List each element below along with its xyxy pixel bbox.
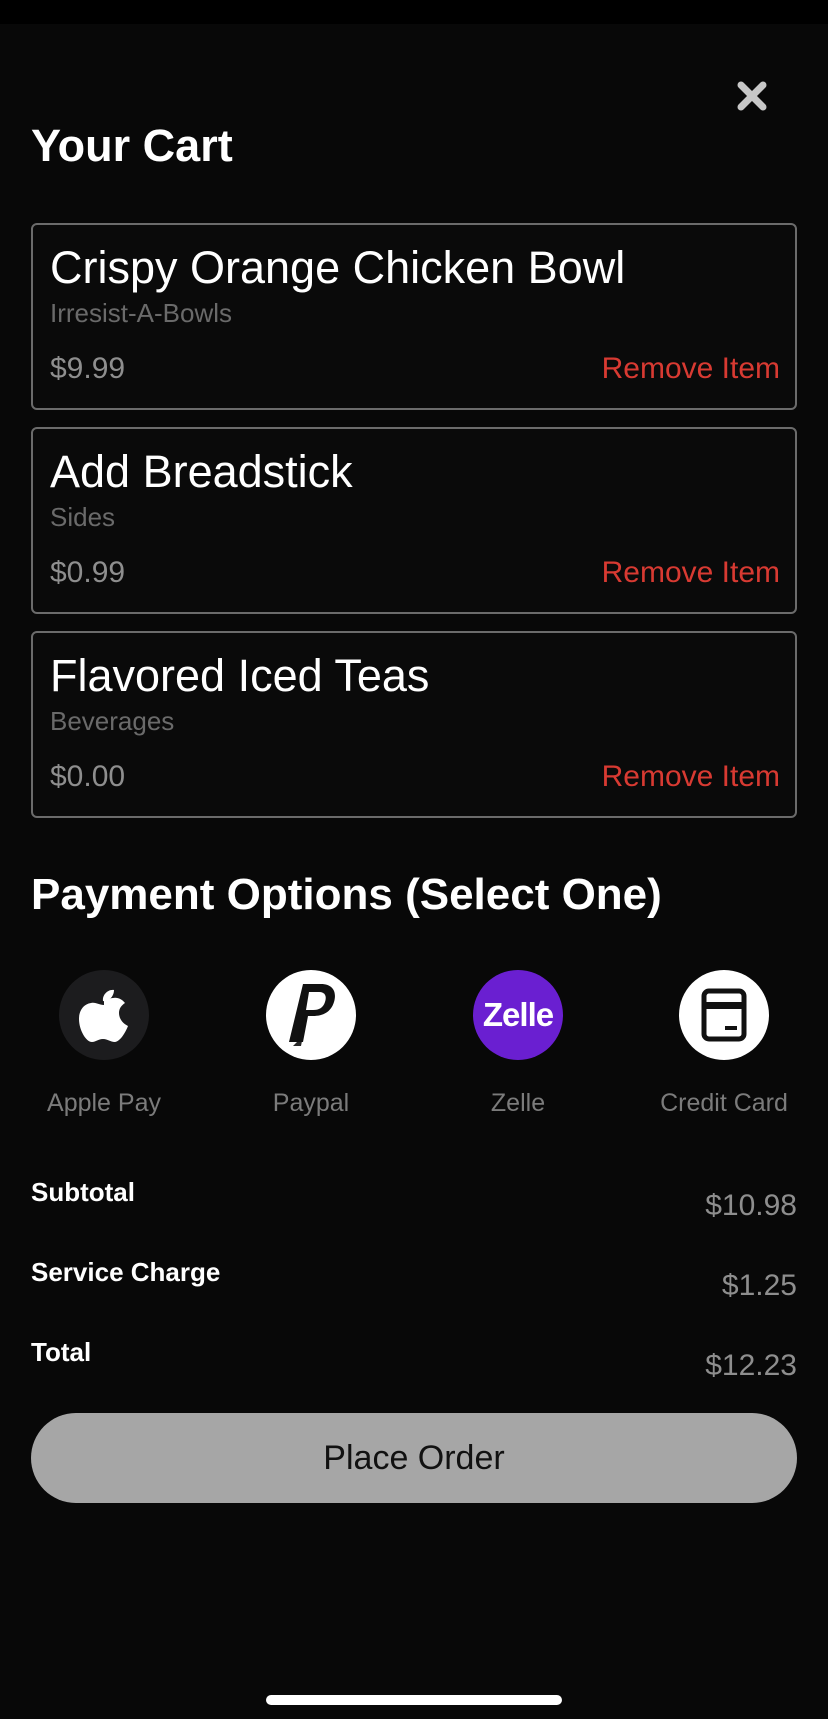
apple-icon [59, 970, 149, 1060]
remove-item-button[interactable]: Remove Item [602, 555, 780, 591]
item-category: Irresist-A-Bowls [50, 298, 233, 328]
total-value: $12.23 [705, 1349, 797, 1382]
payment-option-credit-card[interactable]: Credit Card [634, 970, 814, 1120]
cart-item: Add Breadstick Sides $0.99 Remove Item [31, 427, 797, 614]
credit-card-icon [679, 970, 769, 1060]
payment-options-title: Payment Options (Select One) [31, 870, 662, 919]
close-icon [737, 81, 767, 111]
status-bar [0, 0, 828, 24]
remove-item-button[interactable]: Remove Item [602, 351, 780, 387]
remove-item-button[interactable]: Remove Item [602, 759, 780, 795]
item-category: Beverages [50, 706, 175, 736]
zelle-icon: Zelle [473, 970, 563, 1060]
item-category: Sides [50, 502, 116, 532]
item-name: Crispy Orange Chicken Bowl [50, 242, 626, 293]
close-button[interactable] [726, 70, 778, 122]
item-price: $0.99 [50, 556, 126, 589]
item-price: $0.00 [50, 760, 126, 793]
payment-option-label: Paypal [272, 1089, 350, 1117]
subtotal-row: Subtotal $10.98 [31, 1176, 797, 1226]
subtotal-label: Subtotal [31, 1177, 135, 1207]
item-price: $9.99 [50, 352, 126, 385]
paypal-icon [266, 970, 356, 1060]
place-order-button[interactable]: Place Order [31, 1413, 797, 1503]
payment-option-label: Apple Pay [47, 1089, 161, 1117]
payment-option-apple-pay[interactable]: Apple Pay [14, 970, 194, 1120]
item-name: Flavored Iced Teas [50, 650, 430, 701]
payment-option-label: Credit Card [660, 1089, 788, 1117]
payment-option-zelle[interactable]: Zelle Zelle [428, 970, 608, 1120]
item-name: Add Breadstick [50, 446, 353, 497]
zelle-icon-text: Zelle [482, 996, 554, 1033]
total-row: Total $12.23 [31, 1336, 797, 1386]
cart-sheet: Your Cart Crispy Orange Chicken Bowl Irr… [0, 24, 828, 1719]
payment-option-paypal[interactable]: Paypal [221, 970, 401, 1120]
payment-options: Apple Pay Paypal Zelle Zelle Credit Card [0, 970, 828, 1120]
cart-list: Crispy Orange Chicken Bowl Irresist-A-Bo… [31, 223, 797, 835]
service-charge-label: Service Charge [31, 1257, 221, 1287]
home-indicator [266, 1695, 562, 1705]
total-label: Total [31, 1337, 92, 1367]
subtotal-value: $10.98 [705, 1189, 797, 1222]
payment-option-label: Zelle [490, 1089, 546, 1117]
service-charge-row: Service Charge $1.25 [31, 1256, 797, 1306]
service-charge-value: $1.25 [721, 1269, 797, 1302]
page-title: Your Cart [31, 120, 233, 171]
cart-item: Crispy Orange Chicken Bowl Irresist-A-Bo… [31, 223, 797, 410]
cart-item: Flavored Iced Teas Beverages $0.00 Remov… [31, 631, 797, 818]
